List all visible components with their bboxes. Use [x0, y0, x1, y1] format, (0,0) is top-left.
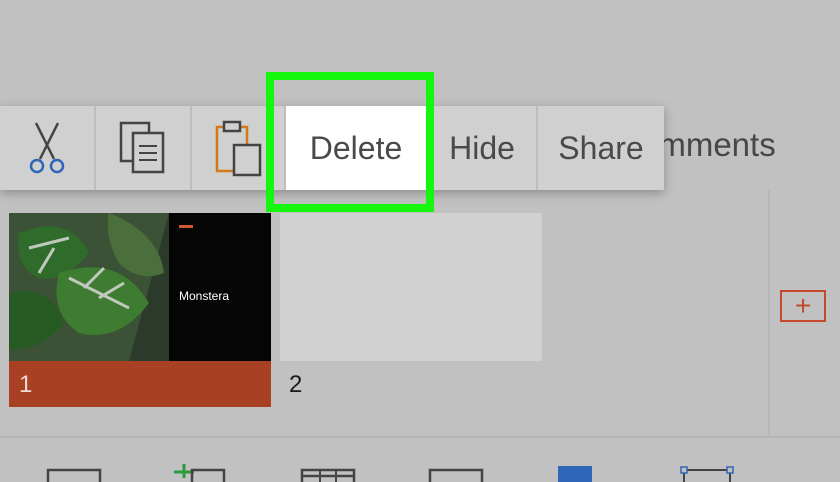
new-slide-icon[interactable] [170, 464, 228, 482]
slide-1-title: Monstera [179, 289, 230, 303]
slide-accent-dash [179, 225, 193, 228]
share-button[interactable]: Share [538, 106, 664, 190]
paste-icon [215, 120, 262, 177]
add-slide-panel: + [768, 190, 840, 436]
bottom-toolbar [0, 436, 840, 482]
shape-icon[interactable] [556, 464, 596, 482]
monstera-leaf-image [9, 213, 169, 361]
slide-2-number: 2 [289, 371, 303, 398]
scissors-icon [29, 122, 65, 174]
slide-thumbnails-panel: Monstera 1 2 [0, 190, 768, 436]
plus-icon: + [794, 290, 812, 321]
slide-thumbnail-2[interactable] [280, 213, 542, 361]
add-slide-button[interactable]: + [780, 290, 826, 322]
slide-thumbnail-1[interactable]: Monstera [9, 213, 271, 361]
hide-button[interactable]: Hide [428, 106, 538, 190]
copy-icon [119, 121, 165, 174]
slide-1-number: 1 [19, 371, 33, 398]
cut-button[interactable] [0, 106, 96, 190]
copy-button[interactable] [96, 106, 192, 190]
slide-1-number-bar[interactable]: 1 [9, 361, 271, 407]
